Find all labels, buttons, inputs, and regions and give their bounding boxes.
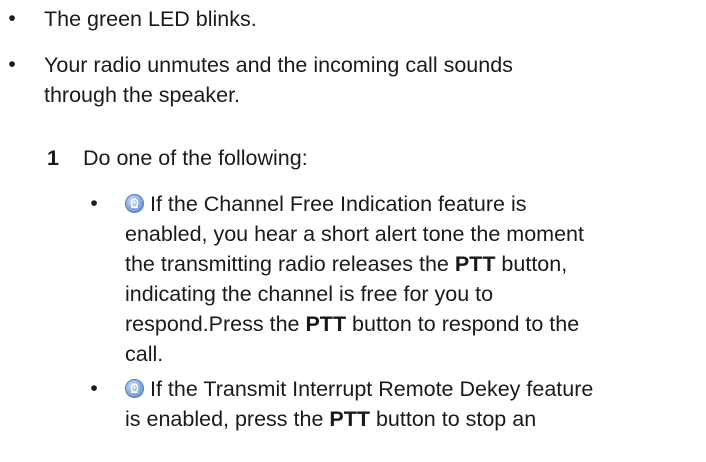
list-item-text: The green LED blinks. <box>44 7 257 31</box>
radio-feature-icon <box>125 379 144 398</box>
document-page: • The green LED blinks. • Your radio unm… <box>0 0 706 462</box>
bullet-dot: • <box>90 377 98 400</box>
bullet-dot: • <box>8 53 16 76</box>
ptt-label: PTT <box>454 252 496 276</box>
step-text: Do one of the following: <box>83 146 308 170</box>
bullet-dot: • <box>8 7 16 30</box>
step-number: 1 <box>47 146 59 170</box>
sub-list-item-text: If the Channel Free Indication feature i… <box>125 189 584 369</box>
text-run: button to stop an <box>370 407 537 431</box>
bullet-dot: • <box>90 192 98 215</box>
ptt-label: PTT <box>329 407 370 431</box>
radio-feature-icon <box>125 194 144 213</box>
ptt-label: PTT <box>305 312 347 336</box>
sub-list-item-text: If the Transmit Interrupt Remote Dekey f… <box>125 374 593 434</box>
list-item-text: Your radio unmutes and the incoming call… <box>44 53 513 107</box>
